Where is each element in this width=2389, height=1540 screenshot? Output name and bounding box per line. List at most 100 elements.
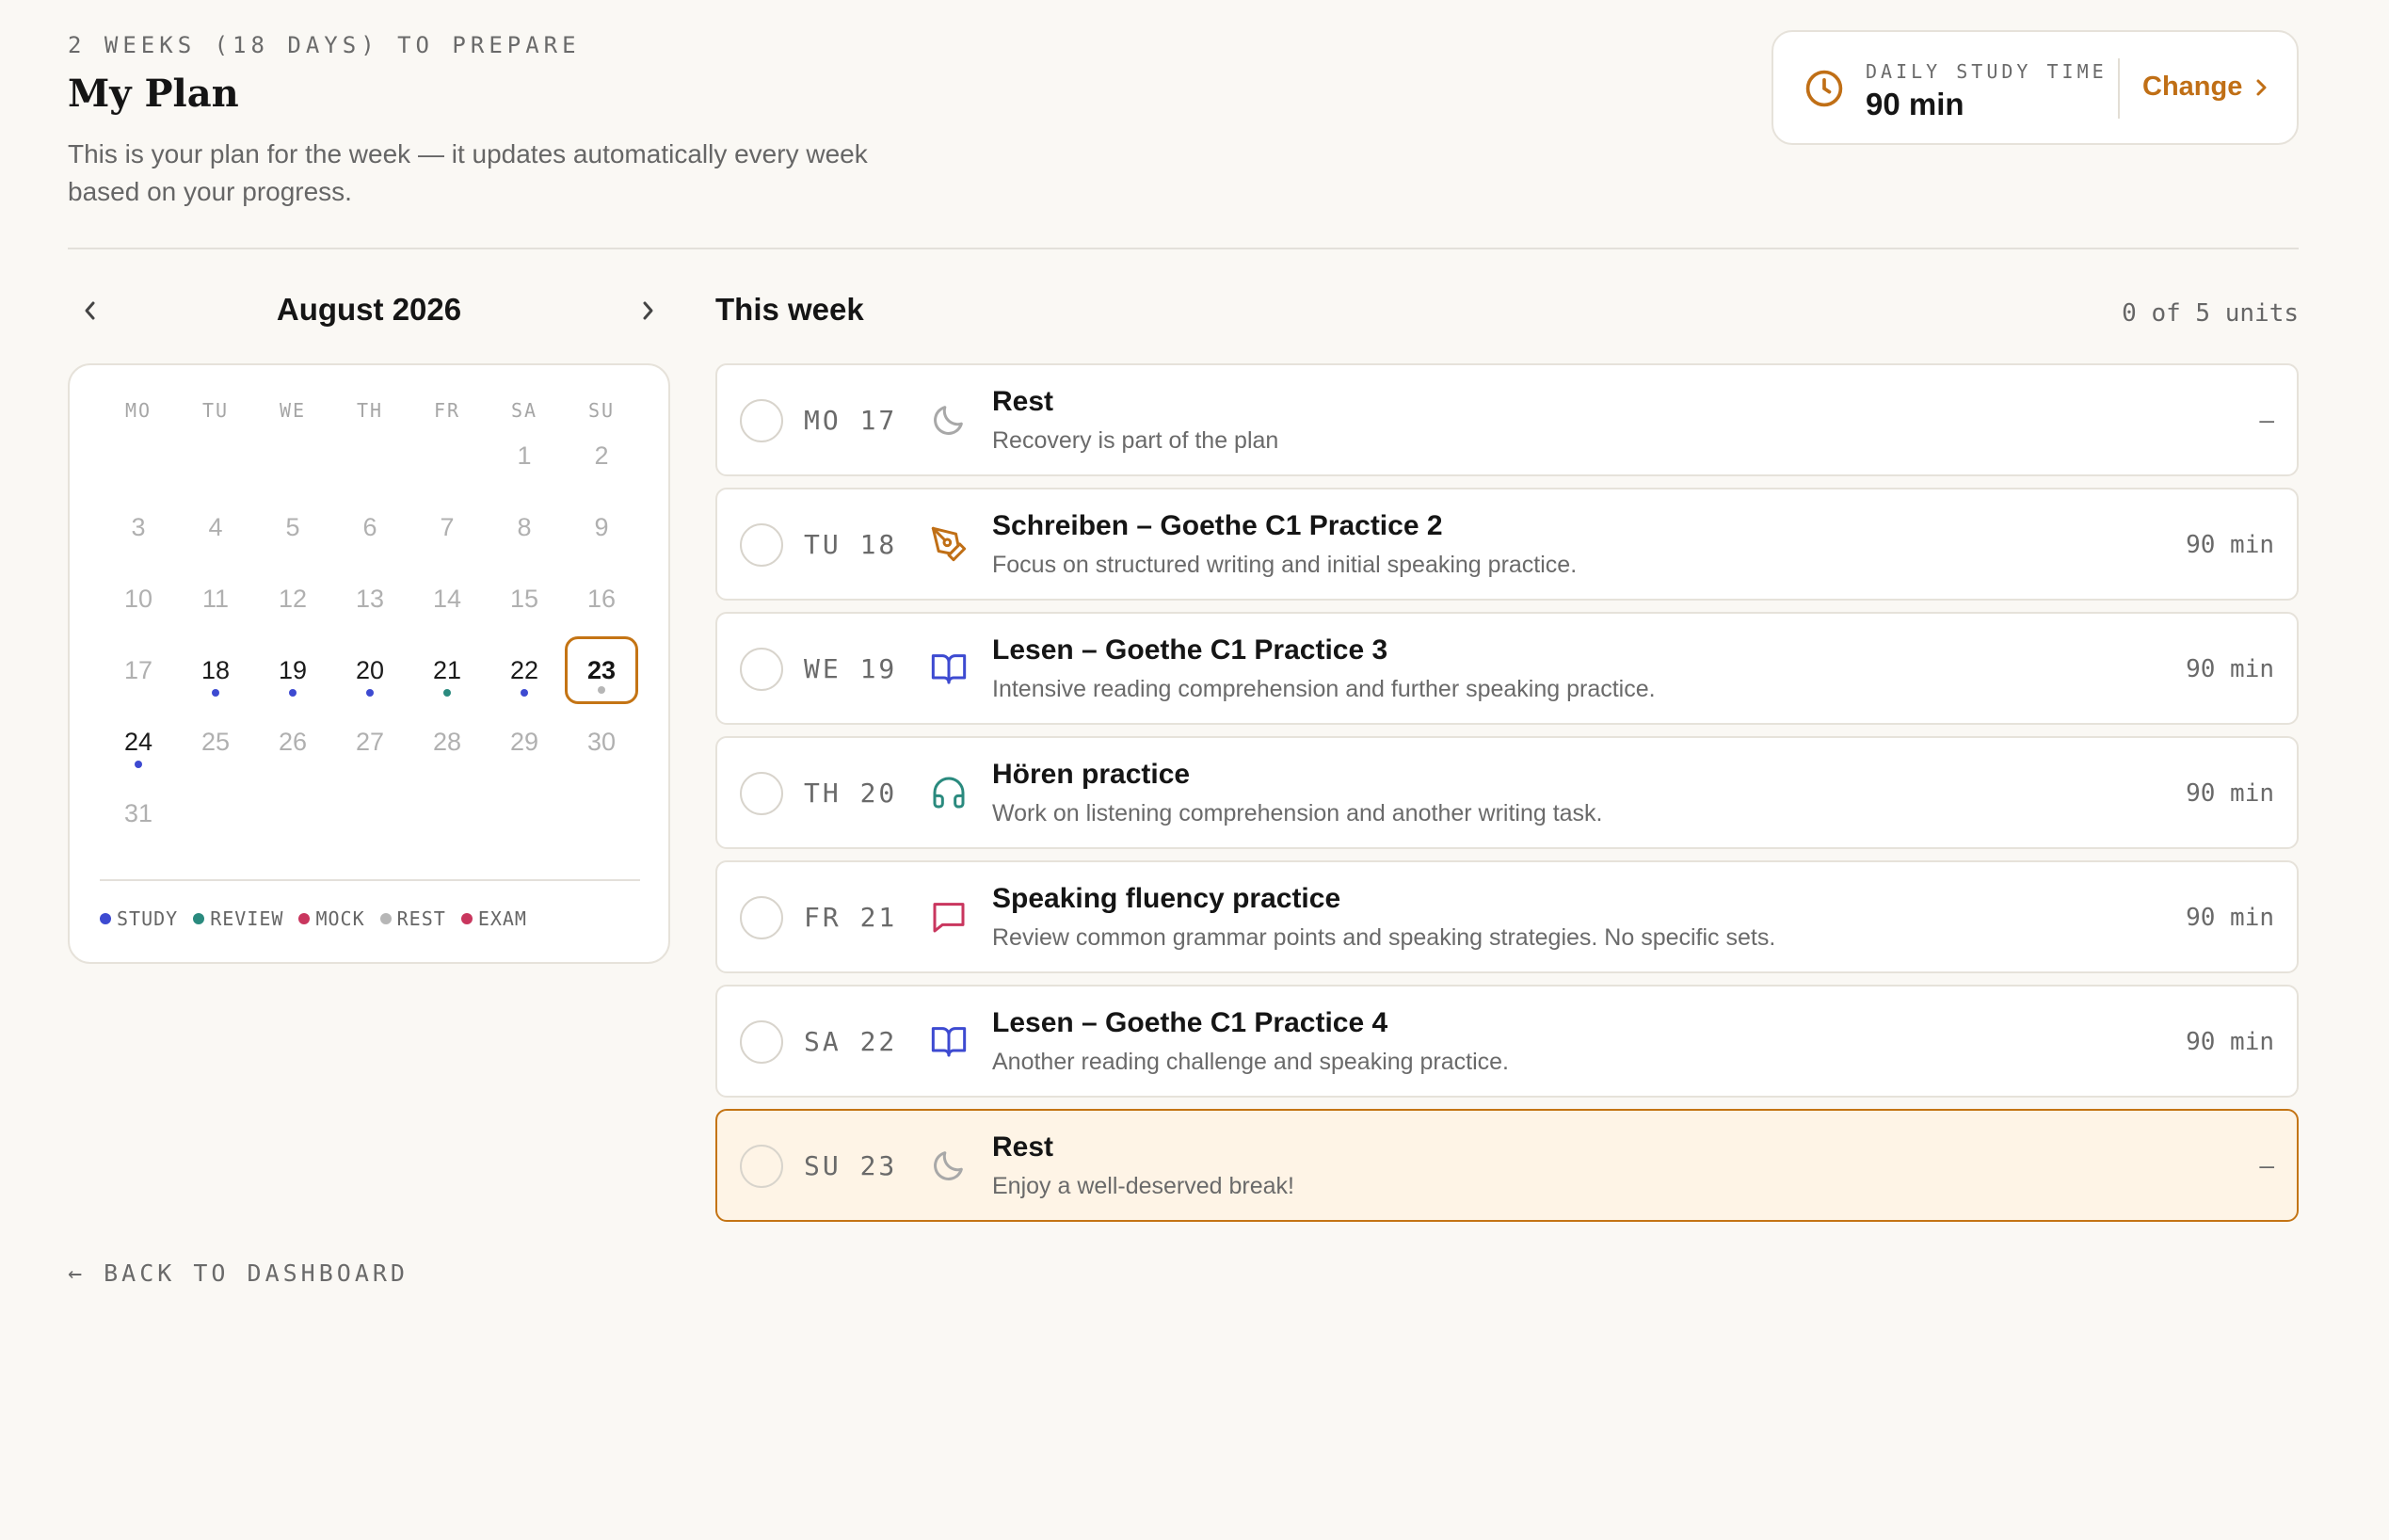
day-number: 18 (200, 655, 231, 684)
week-title: This week (715, 292, 864, 327)
unit-complete-checkbox[interactable] (740, 399, 783, 442)
legend-label: REST (396, 907, 446, 930)
calendar-day[interactable]: 6 (333, 493, 407, 561)
calendar-day[interactable]: 29 (488, 708, 561, 776)
calendar-day[interactable]: 8 (488, 493, 561, 561)
day-number: 25 (200, 727, 231, 756)
legend-item-mock: MOCK (298, 907, 364, 930)
legend-item-review: REVIEW (193, 907, 283, 930)
calendar-day[interactable]: 26 (256, 708, 329, 776)
unit-title: Rest (992, 386, 1054, 417)
calendar-day[interactable]: 19 (256, 636, 329, 704)
calendar-day[interactable]: 22 (488, 636, 561, 704)
week-unit-row[interactable]: SA 22 Lesen – Goethe C1 Practice 4 Another… (715, 985, 2299, 1098)
week-unit-row[interactable]: FR 21 Speaking fluency practice Review com… (715, 860, 2299, 973)
unit-description: Intensive reading comprehension and furt… (992, 676, 1656, 702)
legend-label: REVIEW (210, 907, 284, 930)
calendar-day[interactable]: 25 (179, 708, 252, 776)
calendar-day[interactable]: 20 (333, 636, 407, 704)
calendar-day[interactable]: 4 (179, 493, 252, 561)
unit-title: Hören practice (992, 759, 1191, 790)
moon-icon (930, 401, 968, 439)
book-icon (930, 1022, 968, 1060)
day-number: 30 (586, 727, 617, 756)
day-number: 21 (432, 655, 462, 684)
day-number: 3 (131, 512, 146, 541)
calendar-day[interactable]: 31 (102, 779, 175, 847)
previous-month-button[interactable] (72, 292, 109, 329)
week-unit-row[interactable]: WE 19 Lesen – Goethe C1 Practice 3 Intensi… (715, 612, 2299, 725)
day-number: 29 (509, 727, 539, 756)
day-number: 14 (432, 584, 462, 613)
calendar-day[interactable]: 2 (565, 422, 638, 489)
review-dot (193, 913, 205, 924)
unit-complete-checkbox[interactable] (740, 896, 783, 939)
week-unit-row-today[interactable]: SU 23 Rest Enjoy a well-deserved break! – (715, 1109, 2299, 1222)
calendar-day-today[interactable]: 23 (565, 636, 638, 704)
day-number: 2 (594, 441, 609, 470)
unit-duration: – (2259, 1152, 2274, 1180)
unit-complete-checkbox[interactable] (740, 1145, 783, 1188)
calendar-day[interactable]: 11 (179, 565, 252, 633)
week-unit-row[interactable]: TH 20 Hören practice Work on listening com… (715, 736, 2299, 849)
calendar-card: MO TU WE TH FR SA SU 1 2 3 4 5 6 7 8 9 10 11 12 13 14 15 16 17… (68, 363, 670, 964)
back-to-dashboard-link[interactable]: ← BACK TO DASHBOARD (68, 1259, 409, 1287)
calendar-day[interactable]: 5 (256, 493, 329, 561)
calendar-day[interactable]: 21 (410, 636, 484, 704)
day-number: 9 (594, 512, 609, 541)
week-unit-row[interactable]: MO 17 Rest Recovery is part of the plan – (715, 363, 2299, 476)
calendar-day[interactable]: 3 (102, 493, 175, 561)
day-number: 20 (355, 655, 385, 684)
day-number: 24 (123, 727, 153, 756)
unit-description: Focus on structured writing and initial … (992, 552, 1578, 578)
weekday-label: TH (356, 399, 384, 422)
calendar-day[interactable]: 28 (410, 708, 484, 776)
unit-title: Lesen – Goethe C1 Practice 3 (992, 634, 1388, 666)
calendar-day[interactable]: 17 (102, 636, 175, 704)
week-unit-list: MO 17 Rest Recovery is part of the plan – TU… (715, 363, 2299, 1233)
calendar-day[interactable]: 1 (488, 422, 561, 489)
unit-complete-checkbox[interactable] (740, 523, 783, 567)
unit-day-label: SU 23 (804, 1150, 898, 1181)
day-number: 23 (586, 655, 617, 684)
divider (2118, 58, 2120, 119)
calendar-day[interactable]: 24 (102, 708, 175, 776)
legend-label: MOCK (315, 907, 365, 930)
countdown-eyebrow: 2 WEEKS (18 DAYS) TO PREPARE (68, 32, 581, 58)
change-study-time-button[interactable]: Change (2142, 72, 2269, 103)
calendar-day[interactable]: 18 (179, 636, 252, 704)
calendar-day[interactable]: 10 (102, 565, 175, 633)
day-number: 5 (285, 512, 300, 541)
study-dot (135, 761, 142, 768)
unit-duration: 90 min (2186, 531, 2274, 559)
week-unit-row[interactable]: TU 18 Schreiben – Goethe C1 Practice 2 Foc… (715, 488, 2299, 601)
unit-title: Rest (992, 1131, 1054, 1163)
calendar-day[interactable]: 12 (256, 565, 329, 633)
unit-day-label: SA 22 (804, 1026, 898, 1057)
calendar-day[interactable]: 14 (410, 565, 484, 633)
unit-day-label: WE 19 (804, 653, 898, 684)
unit-complete-checkbox[interactable] (740, 648, 783, 691)
calendar-day[interactable]: 16 (565, 565, 638, 633)
calendar-day[interactable]: 7 (410, 493, 484, 561)
calendar-day[interactable]: 15 (488, 565, 561, 633)
day-number: 4 (208, 512, 223, 541)
pen-icon (930, 525, 968, 563)
calendar-divider (100, 879, 640, 881)
day-number: 16 (586, 584, 617, 613)
day-number: 12 (278, 584, 308, 613)
unit-complete-checkbox[interactable] (740, 1020, 783, 1064)
day-number: 6 (362, 512, 377, 541)
study-dot (521, 689, 528, 697)
day-number: 7 (440, 512, 455, 541)
mock-dot (298, 913, 311, 924)
unit-complete-checkbox[interactable] (740, 772, 783, 815)
calendar-day[interactable]: 9 (565, 493, 638, 561)
study-time-label: DAILY STUDY TIME (1866, 60, 2108, 83)
calendar-day[interactable]: 30 (565, 708, 638, 776)
next-month-button[interactable] (629, 292, 666, 329)
change-label: Change (2142, 72, 2243, 102)
calendar-day[interactable]: 27 (333, 708, 407, 776)
legend-label: EXAM (477, 907, 527, 930)
calendar-day[interactable]: 13 (333, 565, 407, 633)
